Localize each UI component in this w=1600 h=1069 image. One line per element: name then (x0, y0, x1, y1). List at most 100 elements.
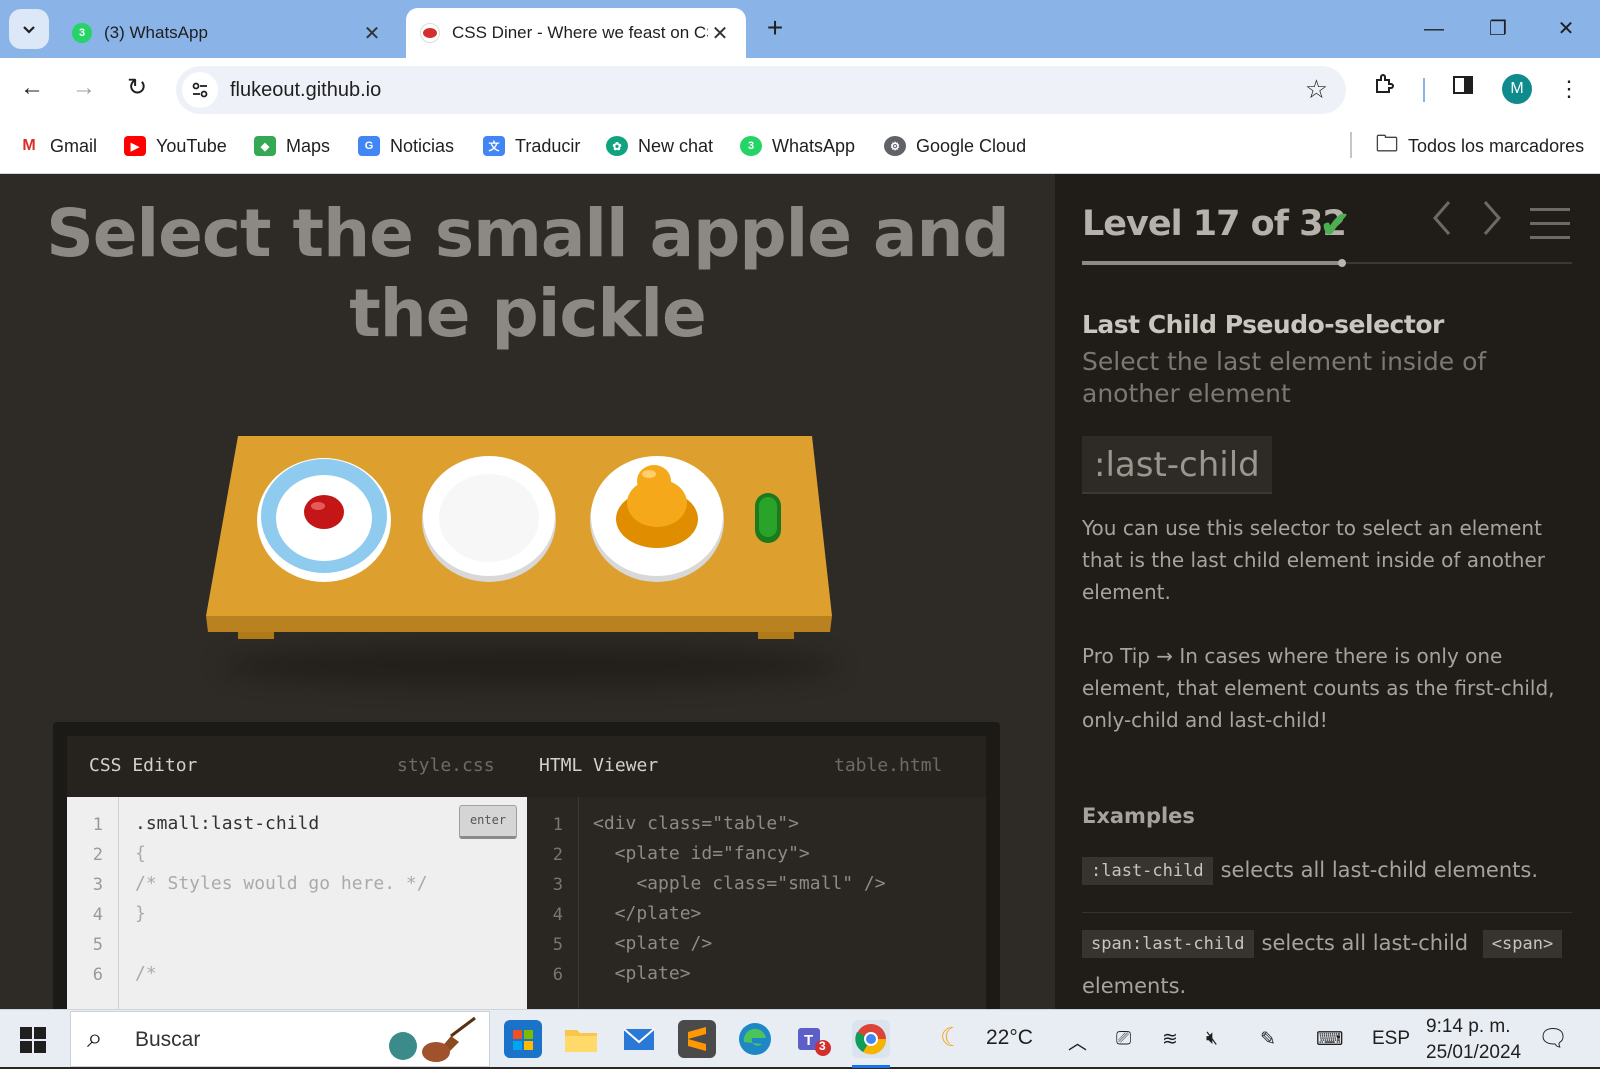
weather-moon-icon[interactable]: ☾ (940, 1022, 963, 1053)
line-number: 5 (552, 935, 563, 955)
teams-icon[interactable]: T 3 (794, 1020, 832, 1058)
meet-now-icon[interactable]: ⎚ (1116, 1028, 1131, 1050)
html-line[interactable]: <plate> (593, 963, 691, 984)
previous-level-icon[interactable] (1427, 198, 1457, 248)
mail-icon[interactable] (620, 1020, 658, 1058)
orange[interactable] (614, 459, 700, 549)
bookmark-label: WhatsApp (772, 135, 856, 156)
fancy-plate[interactable] (255, 454, 393, 582)
side-panel-icon[interactable] (1446, 72, 1480, 106)
minimize-button[interactable]: — (1414, 12, 1454, 46)
close-tab-icon[interactable]: ✕ (708, 21, 732, 46)
code-line: } (135, 903, 146, 924)
notifications-icon[interactable]: 🗨︎ (1538, 1024, 1568, 1053)
weather-temperature[interactable]: 22°C (986, 1026, 1033, 1050)
youtube-icon: ▶ (124, 136, 146, 156)
svg-text:T: T (804, 1032, 813, 1049)
clock[interactable]: 9:14 p. m. 25/01/2024 (1426, 1016, 1521, 1064)
toolbar-divider (1423, 78, 1425, 102)
small-apple[interactable] (303, 492, 345, 530)
progress-fill (1082, 261, 1342, 265)
bookmark-maps[interactable]: ◆ Maps (254, 132, 330, 160)
bookmark-label: Google Cloud (916, 135, 1027, 156)
time: 9:14 p. m. (1426, 1016, 1511, 1037)
pen-workspace-icon[interactable]: ✎ (1260, 1028, 1276, 1051)
close-window-button[interactable]: ✕ (1546, 12, 1586, 46)
tab-whatsapp[interactable]: 3 (3) WhatsApp ✕ (58, 8, 398, 58)
example-item: span:last-child selects all last-child <s… (1082, 930, 1570, 958)
enter-button[interactable]: enter (459, 805, 517, 839)
bookmark-google-cloud[interactable]: ⚙ Google Cloud (884, 132, 1026, 160)
restore-button[interactable]: ❐ (1478, 12, 1518, 46)
selector-name: Last Child Pseudo-selector (1082, 310, 1444, 339)
new-tab-button[interactable]: + (760, 14, 790, 44)
taskbar-search[interactable]: ⌕ Buscar (70, 1011, 490, 1067)
bookmark-traducir[interactable]: 文 Traducir (483, 132, 580, 160)
forward-button[interactable]: → (66, 70, 102, 106)
extensions-icon[interactable] (1368, 72, 1402, 106)
html-line[interactable]: <apple class="small" /> (593, 873, 885, 894)
css-diner-favicon-icon (420, 23, 440, 43)
css-editor[interactable]: 1 2 3 4 5 6 .small:last-child { /* Style… (67, 797, 527, 1009)
bookmarks-divider (1350, 132, 1352, 158)
windows-start-icon[interactable] (20, 1027, 46, 1053)
bookmark-star-icon[interactable]: ☆ (1305, 74, 1328, 105)
empty-plate[interactable] (420, 454, 558, 582)
bookmark-new-chat[interactable]: ✿ New chat (606, 132, 713, 160)
news-icon: G (358, 136, 380, 156)
show-hidden-icons-icon[interactable]: ︿ (1068, 1028, 1087, 1055)
url-text: flukeout.github.io (230, 79, 382, 101)
tab-search-button[interactable] (9, 9, 49, 49)
bookmark-noticias[interactable]: G Noticias (358, 132, 454, 160)
volume-muted-icon[interactable]: 🔇︎ (1206, 1028, 1218, 1050)
address-bar[interactable]: flukeout.github.io ☆ (176, 66, 1346, 114)
html-line[interactable]: </plate> (593, 903, 702, 924)
line-number: 3 (552, 875, 563, 895)
code-line: { (135, 843, 146, 864)
tab-css-diner[interactable]: CSS Diner - Where we feast on CSS ✕ (406, 8, 746, 58)
example-text: selects all last-child elements. (1220, 858, 1539, 882)
editor-panel: CSS Editor style.css HTML Viewer table.h… (53, 722, 1000, 1009)
line-number: 3 (92, 875, 103, 895)
menu-kebab-icon[interactable]: ⋮ (1552, 72, 1586, 106)
bookmark-label: Maps (286, 135, 331, 156)
code-line: /* Styles would go here. */ (135, 873, 428, 894)
tab-strip: 3 (3) WhatsApp ✕ CSS Diner - Where we fe… (0, 0, 1600, 58)
pickle[interactable] (753, 491, 783, 545)
chevron-down-icon (23, 26, 35, 34)
html-line[interactable]: <plate id="fancy"> (593, 843, 810, 864)
file-explorer-icon[interactable] (562, 1020, 600, 1058)
touch-keyboard-icon[interactable]: ⌨ (1316, 1028, 1343, 1051)
input-language[interactable]: ESP (1372, 1028, 1410, 1050)
code-line: /* (135, 963, 157, 984)
profile-avatar[interactable]: M (1502, 74, 1532, 104)
level-sidebar: Level 17 of 32 ✔ Last Child Pseudo-selec… (1055, 174, 1600, 1009)
edge-icon[interactable] (736, 1020, 774, 1058)
bookmark-label: Gmail (50, 135, 98, 156)
bookmark-label: Traducir (515, 135, 581, 156)
chrome-icon[interactable] (852, 1020, 890, 1068)
reload-button[interactable]: ↻ (119, 70, 155, 106)
next-level-icon[interactable] (1477, 198, 1507, 248)
html-line[interactable]: <div class="table"> (593, 813, 799, 834)
all-bookmarks[interactable]: 🗀 Todos los marcadores (1376, 131, 1585, 160)
divider (1082, 912, 1572, 913)
css-input[interactable]: .small:last-child (135, 813, 319, 834)
bookmark-label: Todos los marcadores (1408, 135, 1585, 156)
back-button[interactable]: ← (14, 70, 50, 106)
bookmark-whatsapp[interactable]: 3 WhatsApp (740, 132, 855, 160)
bookmark-youtube[interactable]: ▶ YouTube (124, 132, 227, 160)
line-number: 2 (92, 845, 103, 865)
whatsapp-icon: 3 (72, 23, 92, 43)
microsoft-store-icon[interactable] (504, 1020, 542, 1058)
line-number: 4 (552, 905, 563, 925)
wifi-icon[interactable]: ≋ (1162, 1028, 1178, 1051)
html-line[interactable]: <plate /> (593, 933, 713, 954)
orange-plate[interactable] (588, 454, 726, 582)
close-tab-icon[interactable]: ✕ (360, 21, 384, 46)
bookmark-gmail[interactable]: M Gmail (18, 132, 97, 160)
maps-icon: ◆ (254, 136, 276, 156)
example-text-continued: elements. (1082, 974, 1187, 998)
sublime-text-icon[interactable] (678, 1020, 716, 1058)
site-settings-icon[interactable] (182, 72, 218, 108)
